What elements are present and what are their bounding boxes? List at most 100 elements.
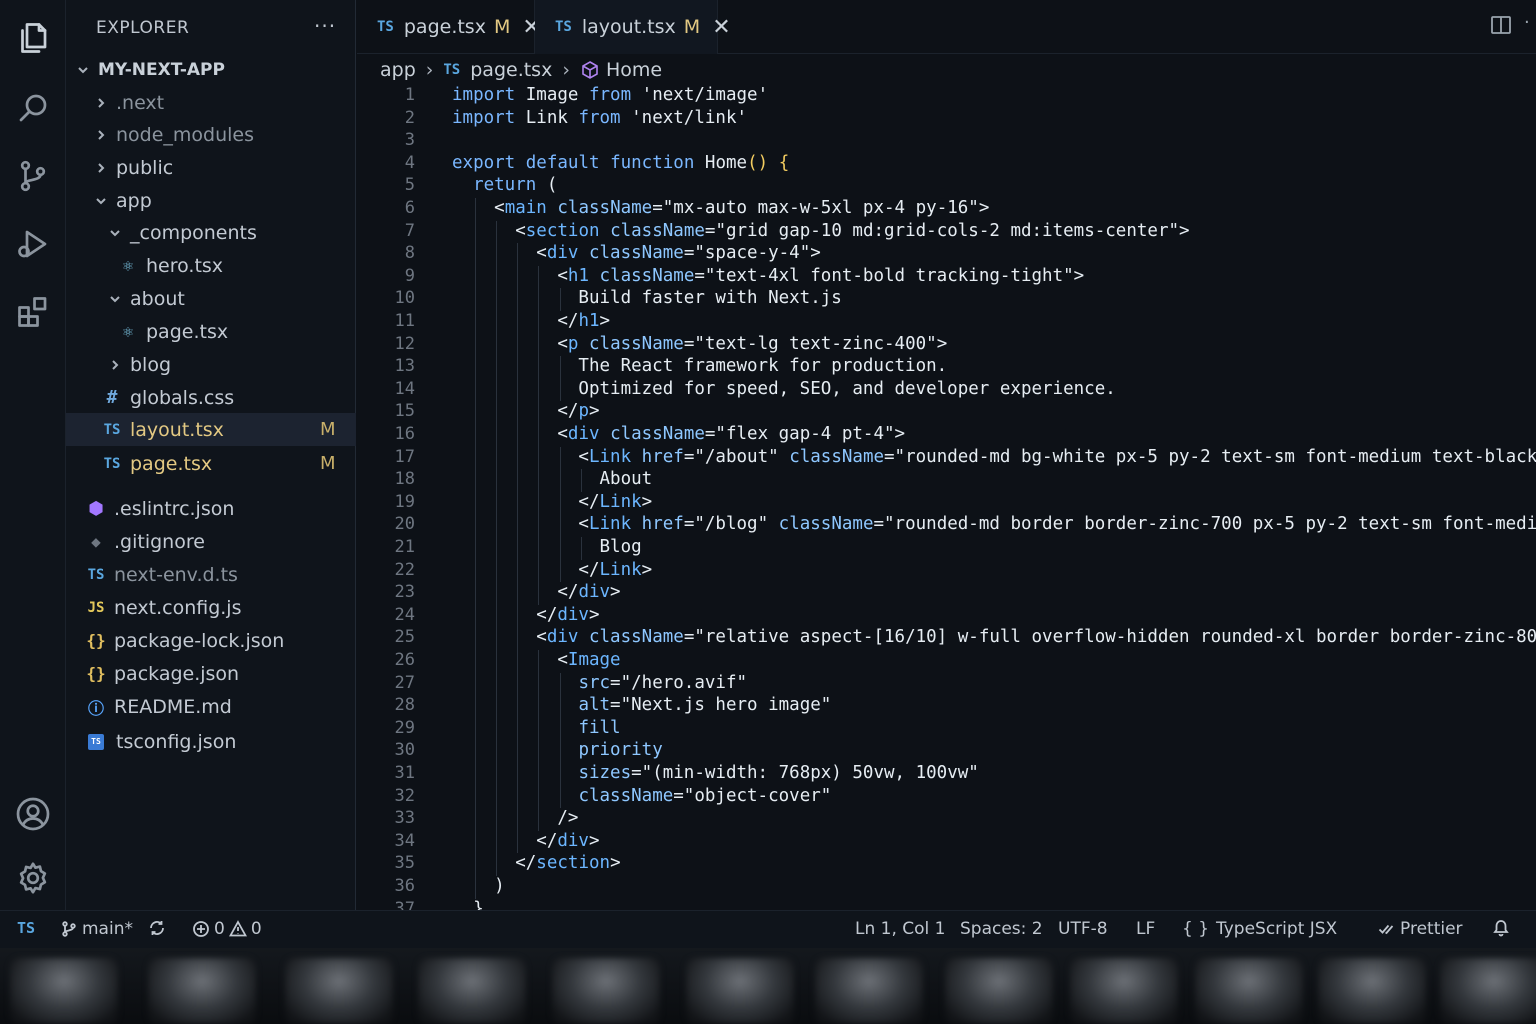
tree-item-next[interactable]: .next — [66, 86, 356, 119]
tree-item-label: page.tsx — [130, 452, 213, 475]
code-line[interactable]: <h1 className="text-4xl font-bold tracki… — [452, 266, 1084, 286]
code-line[interactable]: </Link> — [452, 492, 652, 512]
breadcrumb-folder[interactable]: app — [380, 59, 416, 81]
source-control-icon[interactable] — [13, 156, 53, 196]
code-line[interactable]: import Image from 'next/image' — [452, 85, 768, 105]
keyboard-key — [552, 958, 660, 1024]
code-line[interactable]: <div className="space-y-4"> — [452, 243, 821, 263]
run-debug-icon[interactable] — [13, 224, 53, 264]
status-indentation[interactable]: Spaces: 2 — [960, 919, 1043, 939]
code-line[interactable]: Optimized for speed, SEO, and developer … — [452, 379, 1115, 399]
react-file-icon: ⚛ — [122, 255, 134, 276]
tree-item-package-json[interactable]: {} package.json — [66, 657, 356, 690]
tree-item-tsconfig[interactable]: TS tsconfig.json — [66, 725, 356, 758]
code-line[interactable]: sizes="(min-width: 768px) 50vw, 100vw" — [452, 763, 978, 783]
tree-item-components[interactable]: _components — [66, 216, 356, 249]
tab-page-tsx[interactable]: TS page.tsx M ✕ — [357, 0, 541, 54]
tree-item-about[interactable]: about — [66, 282, 356, 315]
extensions-icon[interactable] — [13, 292, 53, 332]
line-number: 1 — [404, 85, 415, 105]
code-line[interactable]: Build faster with Next.js — [452, 288, 841, 308]
code-line[interactable]: fill — [452, 718, 620, 738]
tree-item-label: next-env.d.ts — [114, 563, 238, 586]
code-line[interactable]: <Link href="/blog" className="rounded-md… — [452, 514, 1536, 534]
code-line[interactable]: </section> — [452, 853, 620, 873]
keyboard-key — [1440, 958, 1536, 1024]
status-branch[interactable]: main* — [60, 919, 133, 939]
tree-item-hero-tsx[interactable]: ⚛ hero.tsx — [66, 249, 356, 282]
status-formatter[interactable]: Prettier — [1378, 919, 1463, 939]
code-line[interactable]: Blog — [452, 537, 642, 557]
close-icon[interactable]: ✕ — [712, 15, 730, 40]
more-actions-icon[interactable]: · — [1524, 12, 1530, 33]
status-problems[interactable]: 0 0 — [192, 919, 262, 939]
tree-item-layout-tsx[interactable]: TS layout.tsx M — [66, 413, 356, 446]
line-number: 8 — [404, 243, 415, 264]
code-line[interactable]: </h1> — [452, 311, 610, 331]
tree-item-package-lock[interactable]: {} package-lock.json — [66, 624, 356, 657]
code-line[interactable]: alt="Next.js hero image" — [452, 695, 831, 715]
tree-item-about-page-tsx[interactable]: ⚛ page.tsx — [66, 315, 356, 348]
tree-item-node-modules[interactable]: node_modules — [66, 118, 356, 151]
git-icon: ◆ — [91, 532, 101, 551]
code-editor[interactable]: 1 import Image from 'next/image' 2 import L… — [357, 84, 1536, 910]
tree-item-gitignore[interactable]: ◆ .gitignore — [66, 525, 356, 558]
split-editor-icon[interactable] — [1490, 14, 1512, 36]
explorer-icon[interactable] — [13, 18, 53, 58]
code-line[interactable]: </div> — [452, 831, 599, 851]
account-icon[interactable] — [13, 794, 53, 834]
tree-item-next-env[interactable]: TS next-env.d.ts — [66, 558, 356, 591]
code-line[interactable]: </div> — [452, 605, 599, 625]
sync-icon[interactable] — [148, 919, 170, 937]
code-line[interactable]: <div className="relative aspect-[16/10] … — [452, 627, 1536, 647]
tree-root-folder[interactable]: MY-NEXT-APP — [66, 53, 356, 86]
code-line[interactable]: About — [452, 469, 653, 489]
code-line[interactable]: </Link> — [452, 560, 652, 580]
code-line[interactable]: </p> — [452, 401, 599, 421]
code-line[interactable]: className="object-cover" — [452, 786, 831, 806]
code-line[interactable]: import Link from 'next/link' — [452, 108, 747, 128]
code-line[interactable]: <div className="flex gap-4 pt-4"> — [452, 424, 905, 444]
chevron-right-icon — [94, 129, 108, 141]
breadcrumb-symbol[interactable]: Home — [606, 59, 662, 81]
status-language-mode[interactable]: TypeScript JSX — [1216, 919, 1337, 939]
tab-layout-tsx[interactable]: TS layout.tsx M ✕ — [535, 0, 731, 54]
code-line[interactable]: ) — [452, 876, 505, 896]
code-line[interactable]: src="/hero.avif" — [452, 673, 747, 693]
code-line[interactable]: <main className="mx-auto max-w-5xl px-4 … — [452, 198, 989, 218]
tree-item-eslintrc[interactable]: ⬢ .eslintrc.json — [66, 492, 356, 525]
tree-item-label: .next — [116, 91, 165, 114]
line-number: 31 — [394, 763, 415, 783]
code-line[interactable]: export default function Home() { — [452, 153, 789, 173]
tree-item-page-tsx[interactable]: TS page.tsx M — [66, 447, 356, 480]
code-line[interactable]: The React framework for production. — [452, 356, 947, 376]
code-line[interactable]: return ( — [452, 175, 557, 195]
notifications-bell-icon[interactable] — [1492, 919, 1514, 937]
status-cursor-position[interactable]: Ln 1, Col 1 — [855, 919, 946, 939]
tree-item-readme[interactable]: ⓘ README.md — [66, 690, 356, 723]
tree-item-label: _components — [130, 221, 257, 244]
breadcrumb-file[interactable]: page.tsx — [470, 59, 552, 81]
status-eol[interactable]: LF — [1136, 919, 1155, 939]
tree-item-app[interactable]: app — [66, 184, 356, 217]
code-line[interactable]: <p className="text-lg text-zinc-400"> — [452, 334, 947, 354]
line-number: 2 — [404, 107, 415, 128]
search-icon[interactable] — [13, 88, 53, 128]
warning-icon — [228, 920, 247, 937]
code-line[interactable]: /> — [452, 808, 578, 828]
tree-item-blog[interactable]: blog — [66, 348, 356, 381]
tree-item-globals-css[interactable]: # globals.css — [66, 381, 356, 414]
tree-item-next-config[interactable]: JS next.config.js — [66, 591, 356, 624]
line-number: 35 — [394, 853, 415, 874]
tree-item-public[interactable]: public — [66, 151, 356, 184]
code-line[interactable]: priority — [452, 740, 662, 760]
chevron-down-icon — [76, 64, 90, 76]
code-line[interactable]: </div> — [452, 582, 620, 602]
code-line[interactable]: <Image — [452, 650, 620, 670]
status-encoding[interactable]: UTF-8 — [1058, 919, 1108, 939]
code-line[interactable]: <section className="grid gap-10 md:grid-… — [452, 221, 1189, 241]
settings-gear-icon[interactable] — [13, 858, 53, 898]
code-line[interactable]: <Link href="/about" className="rounded-m… — [452, 447, 1536, 467]
explorer-more-actions-icon[interactable]: ··· — [314, 14, 336, 38]
code-line[interactable]: } — [452, 899, 484, 910]
